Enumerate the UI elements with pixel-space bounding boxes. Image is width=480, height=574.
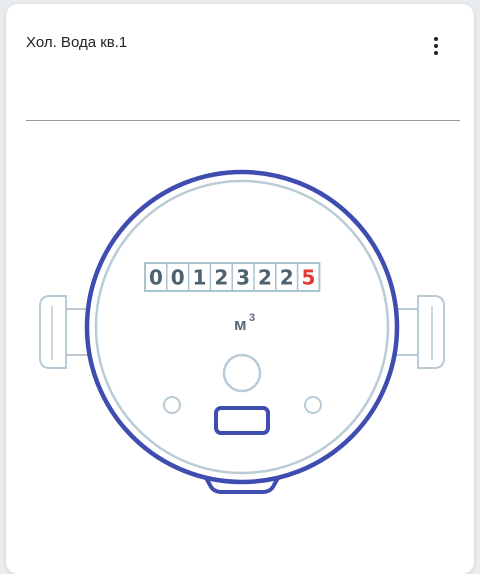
- meter-digit: 2: [214, 266, 228, 290]
- meter-digit: 0: [149, 266, 163, 290]
- digit-counter: 00123225: [144, 262, 321, 292]
- center-dial: [222, 353, 262, 393]
- water-meter-illustration: 00123225 м 3: [39, 169, 445, 494]
- meter-digit: 0: [171, 266, 185, 290]
- meter-digit: 1: [193, 266, 207, 290]
- unit-superscript: 3: [249, 312, 255, 324]
- meter-digit: 2: [280, 266, 294, 290]
- screw-right: [304, 396, 322, 414]
- meter-port: [214, 406, 270, 435]
- unit-label: м: [234, 315, 247, 334]
- meter-digit: 5: [302, 266, 316, 290]
- meter-digit: 2: [258, 266, 272, 290]
- screw-left: [163, 396, 181, 414]
- meter-digit: 3: [236, 266, 250, 290]
